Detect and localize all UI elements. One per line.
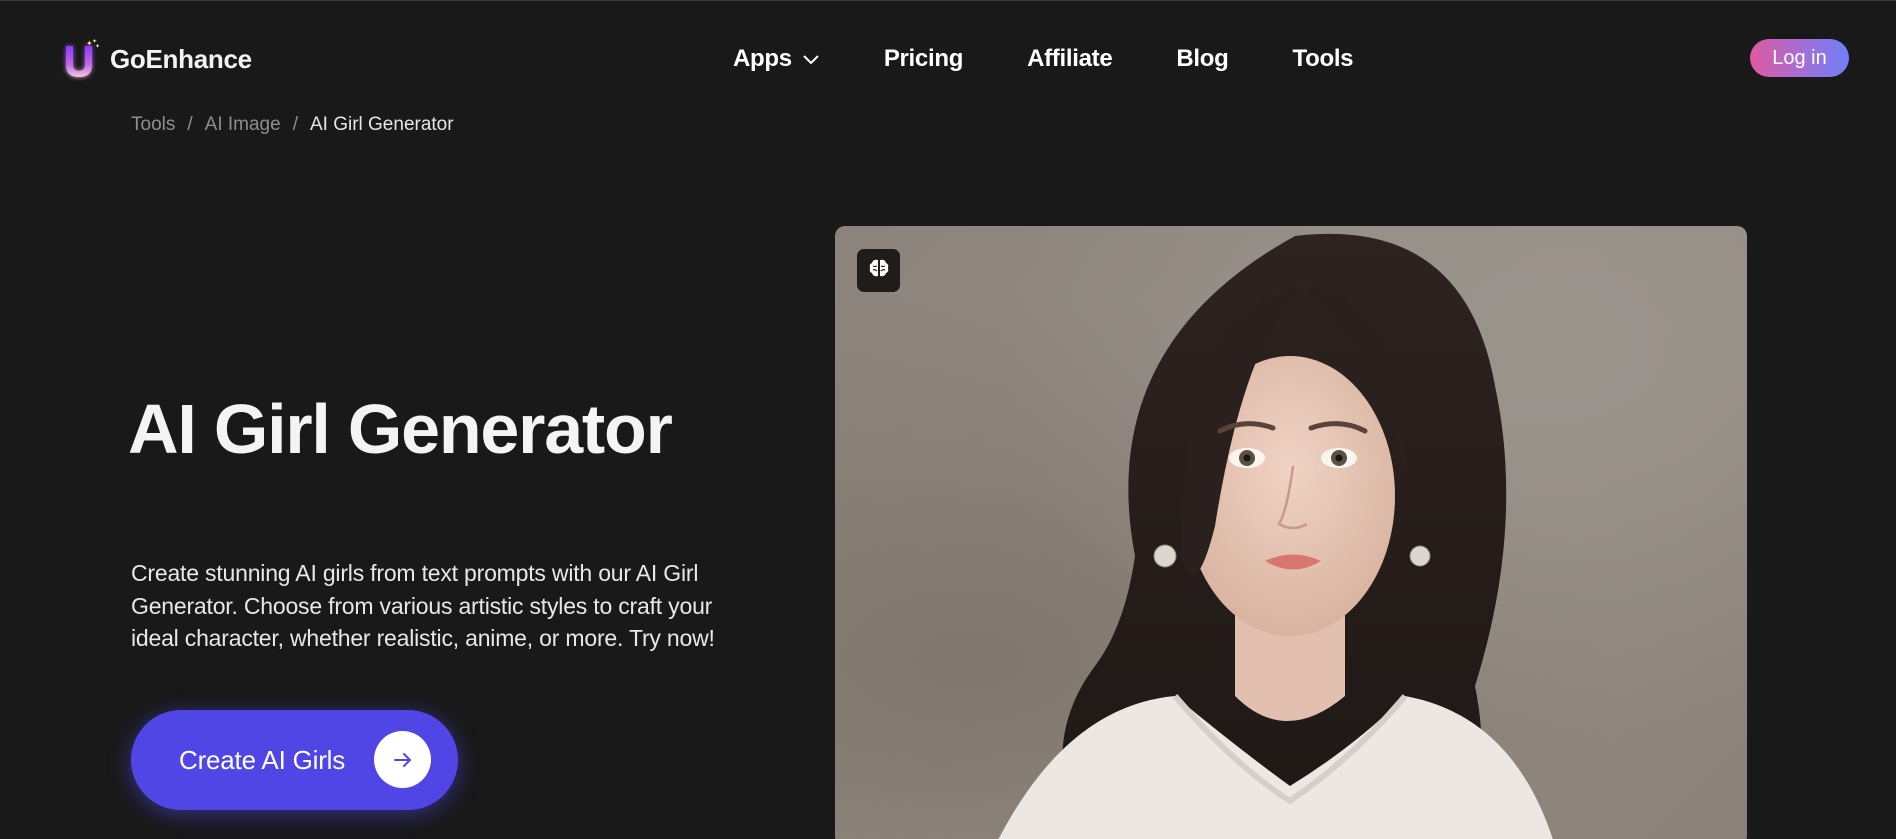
breadcrumb-separator: / [187,114,193,135]
brand-name: GoEnhance [110,43,252,74]
nav-item-label: Blog [1176,45,1229,72]
top-navigation: ✦ ✦ ✦ GoEnhance Apps Pricing Affiliate B… [0,1,1896,116]
nav-item-label: Affiliate [1027,45,1113,72]
nav-item-blog[interactable]: Blog [1176,45,1228,73]
breadcrumb-tools[interactable]: Tools [131,114,175,136]
login-button[interactable]: Log in [1750,39,1849,77]
preview-image [835,226,1747,839]
cta-label: Create AI Girls [179,744,346,775]
main-menu: Apps Pricing Affiliate Blog Tools [733,45,1354,73]
hero-description: Create stunning AI girls from text promp… [131,560,715,651]
brand-logo[interactable]: ✦ ✦ ✦ GoEnhance [58,37,252,81]
create-ai-girls-button[interactable]: Create AI Girls [131,710,458,810]
nav-item-label: Tools [1292,45,1354,72]
chevron-down-icon [802,53,820,65]
arrow-right-icon [374,731,431,788]
nav-item-tools[interactable]: Tools [1293,45,1354,73]
svg-text:✦: ✦ [95,43,100,50]
nav-item-label: Apps [733,45,792,72]
breadcrumb-ai-image[interactable]: AI Image [205,114,281,136]
nav-item-pricing[interactable]: Pricing [883,45,964,73]
nav-item-label: Pricing [883,45,964,72]
ai-model-badge[interactable] [857,249,900,292]
page-title: AI Girl Generator [128,390,673,468]
portrait-illustration [998,233,1553,839]
brain-icon [868,257,890,284]
u-sparkle-logo-icon: ✦ ✦ ✦ [58,37,102,81]
breadcrumb: Tools / AI Image / AI Girl Generator [131,114,454,136]
nav-item-affiliate[interactable]: Affiliate [1027,45,1113,73]
breadcrumb-separator: / [292,114,298,135]
nav-item-apps[interactable]: Apps [733,45,820,73]
breadcrumb-current: AI Girl Generator [309,114,454,135]
